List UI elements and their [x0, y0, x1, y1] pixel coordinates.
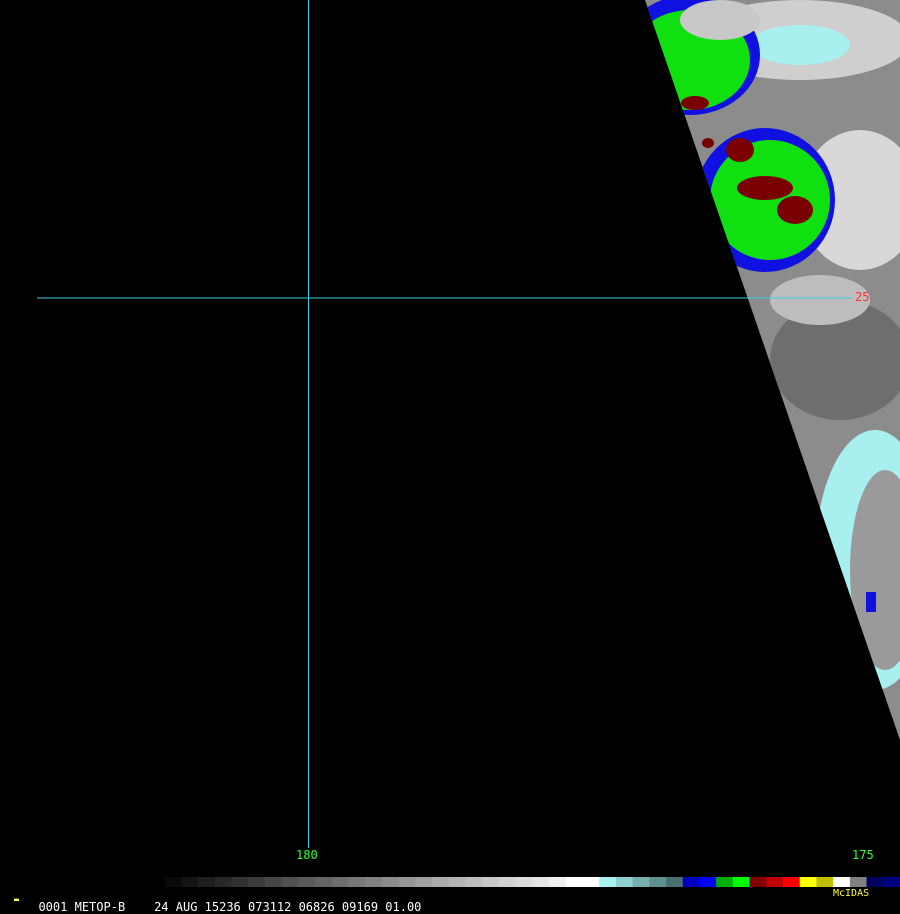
footer-info: 0001 METOP-B 24 AUG 15236 073112 06826 0… — [24, 886, 421, 914]
color-scale-swatch — [582, 877, 600, 887]
color-scale-swatch — [599, 877, 617, 887]
blue-cell-south — [866, 592, 876, 612]
color-scale-swatch — [783, 877, 801, 887]
color-scale-swatch — [565, 877, 583, 887]
frame-number: 0001 — [38, 900, 68, 914]
color-scale-swatch — [432, 877, 450, 887]
color-scale-swatch — [833, 877, 851, 887]
color-scale-swatch — [615, 877, 634, 887]
color-scale-swatch — [666, 877, 684, 887]
color-scale-swatch — [482, 877, 500, 887]
color-scale-swatch — [766, 877, 784, 887]
color-scale-swatch — [732, 877, 751, 887]
storm-main-core-4 — [702, 138, 714, 148]
color-scale-swatch — [699, 877, 717, 887]
software-label: McIDAS — [833, 888, 870, 899]
longitude-label-180: 180 — [296, 848, 318, 862]
storm-main-core-2 — [737, 176, 793, 200]
color-scale-swatch — [883, 877, 900, 887]
storm-main-core-1 — [726, 138, 754, 162]
color-scale-swatch — [799, 877, 817, 887]
storm-north-core — [681, 96, 709, 110]
color-scale-swatch — [749, 877, 767, 887]
frame-marker: ▂ — [14, 892, 19, 901]
color-scale-swatch — [532, 877, 550, 887]
satellite-name: METOP-B — [74, 900, 126, 914]
color-scale-swatch — [682, 877, 700, 887]
color-scale-swatch — [649, 877, 667, 887]
color-scale-swatch — [465, 877, 483, 887]
color-scale-swatch — [498, 877, 517, 887]
color-scale-swatch — [448, 877, 467, 887]
storm-north-gray — [680, 0, 760, 40]
color-scale-swatch — [549, 877, 567, 887]
color-scale-swatch — [866, 877, 884, 887]
satellite-image — [0, 0, 900, 900]
latitude-label: 25 — [855, 290, 870, 304]
longitude-label-175: 175 — [852, 848, 874, 862]
cyan-band-north — [750, 25, 850, 65]
image-metadata: 24 AUG 15236 073112 06826 09169 01.00 — [154, 900, 422, 914]
color-scale-swatch — [515, 877, 533, 887]
color-scale-swatch — [849, 877, 868, 887]
storm-main-core-3 — [777, 196, 813, 224]
color-scale-swatch — [816, 877, 834, 887]
color-scale-swatch — [632, 877, 650, 887]
color-scale-swatch — [716, 877, 734, 887]
